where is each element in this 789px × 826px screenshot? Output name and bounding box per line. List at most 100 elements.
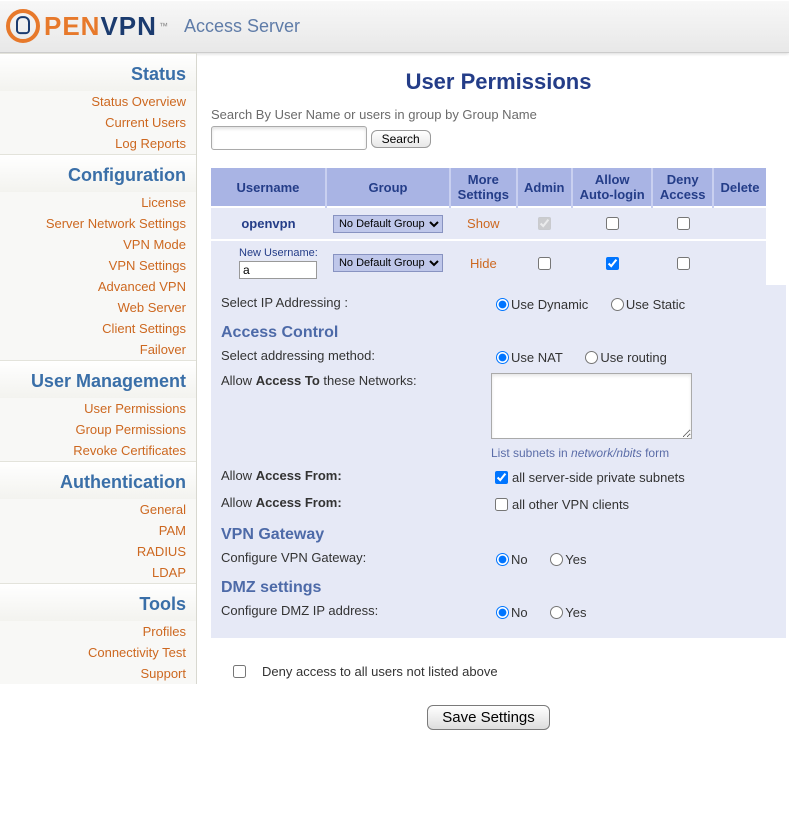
logo[interactable]: PENVPN ™ <box>6 9 168 43</box>
sidebar-heading: Tools <box>0 583 196 621</box>
table-body: openvpn No Default Group Show New Username:… <box>211 207 766 285</box>
sidebar-item[interactable]: RADIUS <box>0 541 196 562</box>
sidebar-heading: User Management <box>0 360 196 398</box>
deny-all-checkbox[interactable] <box>233 665 246 678</box>
new-username-label: New Username: <box>239 247 320 259</box>
group-select[interactable]: No Default Group <box>333 254 443 272</box>
delete-cell <box>713 240 766 285</box>
sidebar-item[interactable]: Connectivity Test <box>0 642 196 663</box>
column-header: Admin <box>517 168 572 207</box>
search-button[interactable]: Search <box>371 130 431 148</box>
access-to-label: Allow Access To these Networks: <box>221 373 491 388</box>
table-header-row: UsernameGroupMoreSettingsAdminAllowAuto-… <box>211 168 766 207</box>
sidebar-item[interactable]: User Permissions <box>0 398 196 419</box>
main-content: User Permissions Search By User Name or … <box>197 53 789 760</box>
ip-static-option[interactable]: Use Static <box>606 297 685 312</box>
dmz-no-option[interactable]: No <box>491 605 528 620</box>
ip-addressing-label: Select IP Addressing : <box>221 295 491 310</box>
username-cell: openvpn <box>211 207 326 240</box>
top-bar: PENVPN ™ Access Server <box>0 0 789 53</box>
admin-checkbox[interactable] <box>538 257 551 270</box>
sidebar-item[interactable]: Current Users <box>0 112 196 133</box>
dmz-yes-radio[interactable] <box>550 606 563 619</box>
group-select[interactable]: No Default Group <box>333 215 443 233</box>
dmz-yes-option[interactable]: Yes <box>545 605 586 620</box>
username-cell: New Username: <box>211 240 326 285</box>
access-from-1-label: Allow Access From: <box>221 468 491 483</box>
sidebar-heading: Authentication <box>0 461 196 499</box>
footer-area: Deny access to all users not listed abov… <box>211 638 766 730</box>
addressing-method-label: Select addressing method: <box>221 348 491 363</box>
dmz-label: Configure DMZ IP address: <box>221 603 491 618</box>
access-control-heading: Access Control <box>221 324 776 342</box>
trademark: ™ <box>159 21 168 31</box>
dmz-no-radio[interactable] <box>496 606 509 619</box>
sidebar-item[interactable]: Advanced VPN <box>0 276 196 297</box>
sidebar-heading: Configuration <box>0 154 196 192</box>
sidebar: StatusStatus OverviewCurrent UsersLog Re… <box>0 53 197 684</box>
sidebar-item[interactable]: LDAP <box>0 562 196 583</box>
save-settings-button[interactable]: Save Settings <box>427 705 550 730</box>
access-to-textarea[interactable] <box>491 373 692 439</box>
sidebar-item[interactable]: PAM <box>0 520 196 541</box>
ip-dynamic-option[interactable]: Use Dynamic <box>491 297 588 312</box>
deny-all-row: Deny access to all users not listed abov… <box>211 662 766 681</box>
sidebar-item[interactable]: License <box>0 192 196 213</box>
autologin-checkbox[interactable] <box>606 217 619 230</box>
admin-checkbox[interactable] <box>538 217 551 230</box>
sidebar-item[interactable]: Group Permissions <box>0 419 196 440</box>
more-settings-toggle[interactable]: Show <box>467 216 500 231</box>
vpn-gateway-label: Configure VPN Gateway: <box>221 550 491 565</box>
addressing-method-radios: Use NAT Use routing <box>491 348 681 365</box>
new-username-input[interactable] <box>239 261 317 279</box>
sidebar-item[interactable]: Server Network Settings <box>0 213 196 234</box>
sidebar-item[interactable]: Log Reports <box>0 133 196 154</box>
keyhole-icon <box>6 9 40 43</box>
settings-panel: Select IP Addressing : Use Dynamic Use S… <box>211 285 786 638</box>
product-subtitle: Access Server <box>184 16 300 37</box>
sidebar-heading: Status <box>0 53 196 91</box>
user-table: UsernameGroupMoreSettingsAdminAllowAuto-… <box>211 168 766 285</box>
server-subnets-checkbox[interactable] <box>495 471 508 484</box>
column-header: Username <box>211 168 326 207</box>
autologin-checkbox[interactable] <box>606 257 619 270</box>
ip-dynamic-radio[interactable] <box>496 298 509 311</box>
sidebar-item[interactable]: Failover <box>0 339 196 360</box>
sidebar-item[interactable]: Client Settings <box>0 318 196 339</box>
sidebar-item[interactable]: Profiles <box>0 621 196 642</box>
ip-static-radio[interactable] <box>611 298 624 311</box>
gateway-no-radio[interactable] <box>496 553 509 566</box>
subnet-hint: List subnets in network/nbits form <box>491 446 692 460</box>
other-clients-checkbox[interactable] <box>495 498 508 511</box>
use-routing-option[interactable]: Use routing <box>580 350 666 365</box>
sidebar-item[interactable]: Revoke Certificates <box>0 440 196 461</box>
server-subnets-text: all server-side private subnets <box>512 470 685 485</box>
dmz-heading: DMZ settings <box>221 579 776 597</box>
gateway-yes-option[interactable]: Yes <box>545 552 586 567</box>
table-row: New Username: No Default Group Hide <box>211 240 766 285</box>
use-routing-radio[interactable] <box>585 351 598 364</box>
use-nat-radio[interactable] <box>496 351 509 364</box>
sidebar-item[interactable]: General <box>0 499 196 520</box>
column-header: DenyAccess <box>652 168 713 207</box>
more-settings-toggle[interactable]: Hide <box>470 256 497 271</box>
gateway-yes-radio[interactable] <box>550 553 563 566</box>
page-title: User Permissions <box>211 69 786 95</box>
delete-cell <box>713 207 766 240</box>
sidebar-item[interactable]: Web Server <box>0 297 196 318</box>
deny-checkbox[interactable] <box>677 257 690 270</box>
column-header: MoreSettings <box>450 168 516 207</box>
search-input[interactable] <box>211 126 367 150</box>
sidebar-item[interactable]: Support <box>0 663 196 684</box>
gateway-no-option[interactable]: No <box>491 552 528 567</box>
use-nat-option[interactable]: Use NAT <box>491 350 563 365</box>
vpn-gateway-heading: VPN Gateway <box>221 526 776 544</box>
sidebar-item[interactable]: Status Overview <box>0 91 196 112</box>
column-header: Delete <box>713 168 766 207</box>
table-row: openvpn No Default Group Show <box>211 207 766 240</box>
sidebar-item[interactable]: VPN Mode <box>0 234 196 255</box>
deny-checkbox[interactable] <box>677 217 690 230</box>
column-header: AllowAuto-login <box>572 168 652 207</box>
deny-all-label: Deny access to all users not listed abov… <box>262 664 498 679</box>
sidebar-item[interactable]: VPN Settings <box>0 255 196 276</box>
